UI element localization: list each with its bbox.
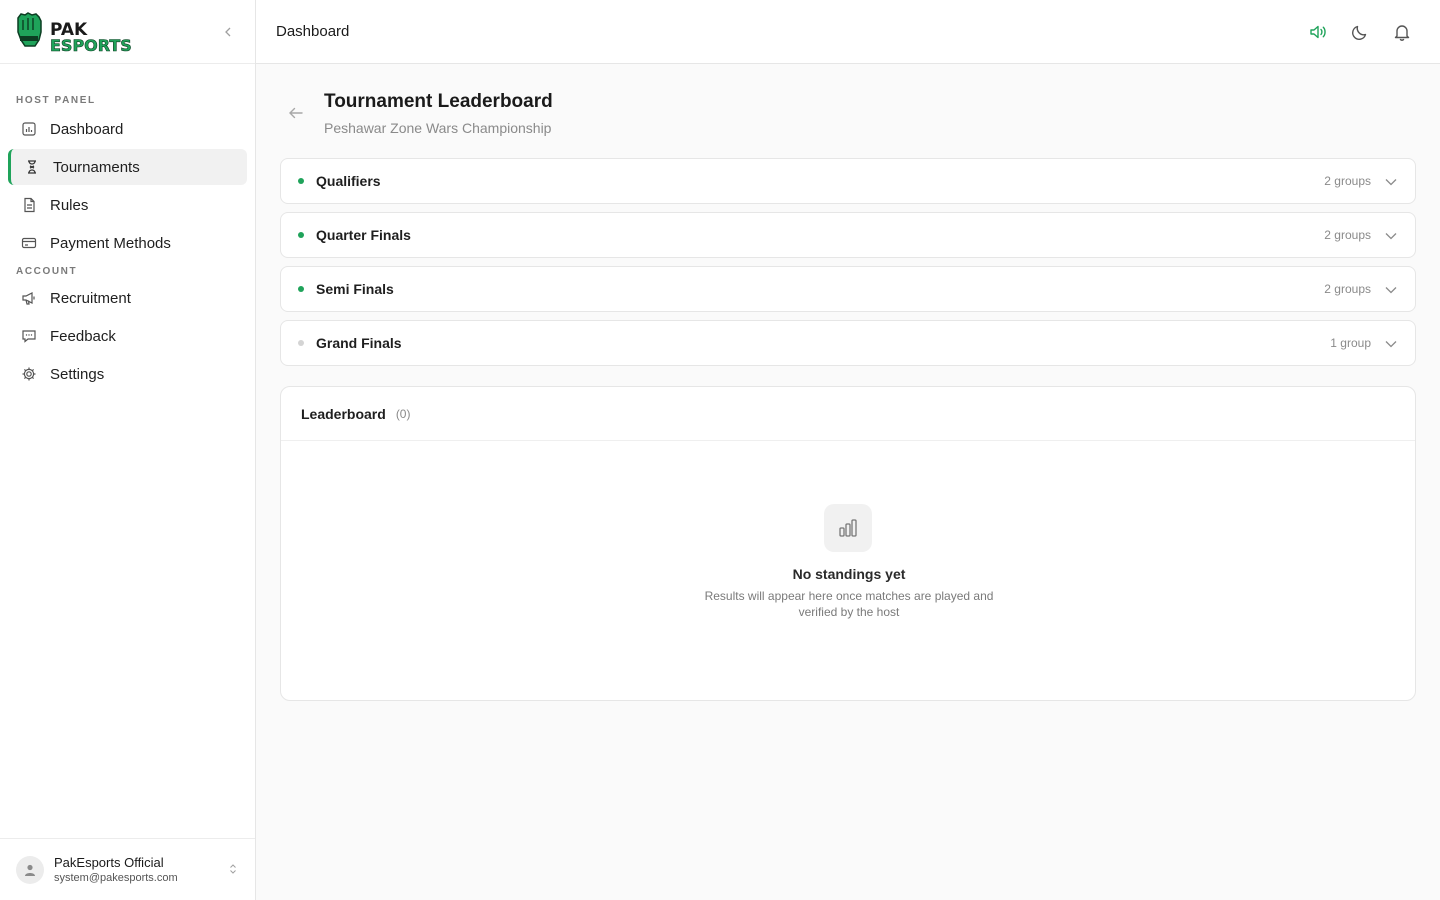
megaphone-icon — [20, 289, 38, 307]
leaderboard-count: (0) — [395, 406, 411, 421]
sidebar-item-label: Settings — [50, 365, 105, 383]
chevron-down-icon — [1385, 341, 1397, 348]
sound-icon[interactable] — [1308, 20, 1328, 44]
status-dot — [298, 340, 304, 346]
brand-logo[interactable]: PAK ESPORTS — [15, 12, 155, 52]
bell-icon[interactable] — [1392, 20, 1412, 44]
arrow-left-icon — [289, 107, 303, 119]
sidebar-item-label: Recruitment — [50, 289, 131, 307]
section-label-account: ACCOUNT — [16, 266, 78, 277]
stage-semi-finals[interactable]: Semi Finals 2 groups — [280, 266, 1416, 312]
user-menu[interactable]: PakEsports Official system@pakesports.co… — [0, 838, 255, 900]
collapse-sidebar-button[interactable] — [218, 22, 238, 42]
sidebar-item-recruitment[interactable]: Recruitment — [8, 280, 247, 316]
topbar: Dashboard — [256, 0, 1440, 64]
sidebar-item-label: Feedback — [50, 327, 116, 345]
page-subtitle: Peshawar Zone Wars Championship — [324, 120, 552, 136]
chevron-left-icon — [225, 27, 231, 37]
sidebar-item-tournaments[interactable]: Tournaments — [8, 149, 247, 185]
stage-name: Qualifiers — [316, 173, 381, 189]
sidebar-item-dashboard[interactable]: Dashboard — [8, 111, 247, 147]
message-icon — [20, 327, 38, 345]
moon-icon[interactable] — [1350, 20, 1370, 44]
sidebar-header: PAK ESPORTS — [0, 0, 255, 64]
section-label-host-panel: HOST PANEL — [16, 95, 96, 106]
stage-group-count: 2 groups — [1324, 282, 1371, 296]
chevron-down-icon — [1385, 287, 1397, 294]
chevron-down-icon — [1385, 179, 1397, 186]
stage-quarter-finals[interactable]: Quarter Finals 2 groups — [280, 212, 1416, 258]
bar-chart-icon — [824, 504, 872, 552]
sidebar-item-label: Dashboard — [50, 120, 124, 138]
topbar-title: Dashboard — [276, 23, 350, 40]
sidebar-item-label: Tournaments — [53, 158, 140, 176]
leaderboard-card: Leaderboard (0) No standings yet Results… — [280, 386, 1416, 701]
leaderboard-title: Leaderboard — [301, 405, 386, 422]
status-dot — [298, 286, 304, 292]
avatar — [16, 855, 44, 884]
sidebar-item-label: Payment Methods — [50, 234, 171, 252]
sidebar-item-settings[interactable]: Settings — [8, 356, 247, 392]
stage-qualifiers[interactable]: Qualifiers 2 groups — [280, 158, 1416, 204]
empty-state-title: No standings yet — [792, 566, 906, 582]
sidebar-item-label: Rules — [50, 196, 89, 214]
sidebar-item-feedback[interactable]: Feedback — [8, 318, 247, 354]
page-title: Tournament Leaderboard — [324, 91, 553, 112]
document-icon — [20, 196, 38, 214]
empty-state-description: Results will appear here once matches ar… — [704, 589, 994, 619]
leaderboard-header: Leaderboard (0) — [281, 387, 1415, 441]
user-email: system@pakesports.com — [54, 872, 178, 884]
stage-group-count: 2 groups — [1324, 174, 1371, 188]
gear-icon — [20, 365, 38, 383]
chevron-up-down-icon — [230, 864, 236, 874]
chart-icon — [20, 120, 38, 138]
sidebar: PAK ESPORTS HOST PANEL Dashboard Tournam… — [0, 0, 256, 900]
stage-name: Grand Finals — [316, 335, 402, 351]
stage-grand-finals[interactable]: Grand Finals 1 group — [280, 320, 1416, 366]
user-name: PakEsports Official — [54, 855, 164, 870]
credit-card-icon — [20, 234, 38, 252]
status-dot — [298, 232, 304, 238]
user-icon — [25, 864, 35, 876]
back-button[interactable] — [286, 103, 306, 123]
chevron-down-icon — [1385, 233, 1397, 240]
stage-group-count: 1 group — [1330, 336, 1371, 350]
brand-line2: ESPORTS — [50, 36, 132, 52]
trophy-icon — [23, 158, 41, 176]
sidebar-item-rules[interactable]: Rules — [8, 187, 247, 223]
stage-group-count: 2 groups — [1324, 228, 1371, 242]
stage-name: Quarter Finals — [316, 227, 411, 243]
sidebar-item-payment-methods[interactable]: Payment Methods — [8, 225, 247, 261]
stage-name: Semi Finals — [316, 281, 394, 297]
status-dot — [298, 178, 304, 184]
